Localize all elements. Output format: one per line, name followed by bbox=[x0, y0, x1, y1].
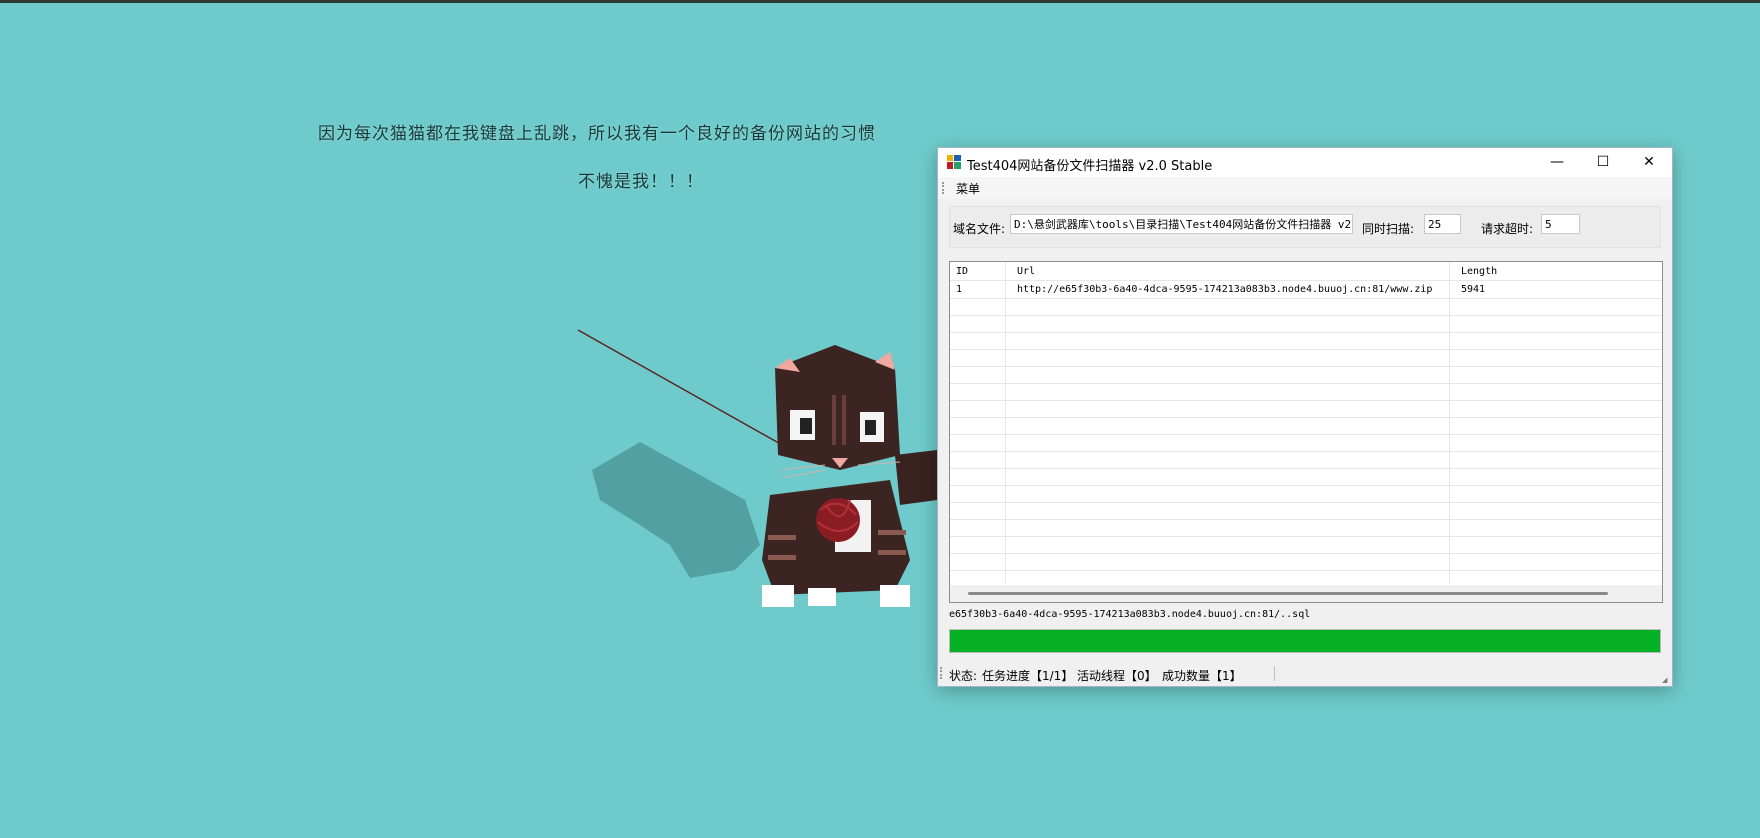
active-threads: 活动线程【0】 bbox=[1077, 669, 1157, 683]
current-scan-url: e65f30b3-6a40-4dca-9595-174213a083b3.nod… bbox=[949, 609, 1311, 620]
domain-file-input[interactable]: D:\悬剑武器库\tools\目录扫描\Test404网站备份文件扫描器 v2.… bbox=[1010, 214, 1353, 234]
menu-item-main[interactable]: 菜单 bbox=[956, 180, 980, 197]
empty-row bbox=[950, 350, 1662, 367]
empty-row bbox=[950, 452, 1662, 469]
window-title: Test404网站备份文件扫描器 v2.0 Stable bbox=[967, 159, 1213, 174]
status-label: 状态: bbox=[949, 669, 978, 683]
empty-row bbox=[950, 316, 1662, 333]
close-icon[interactable]: ✕ bbox=[1626, 148, 1672, 177]
concurrent-input[interactable]: 25 bbox=[1424, 214, 1461, 234]
header-id[interactable]: ID bbox=[950, 264, 1011, 280]
results-table[interactable]: ID Url Length 1 http://e65f30b3-6a40-4dc… bbox=[949, 261, 1663, 603]
status-bar: 状态: 任务进度【1/1】 活动线程【0】 成功数量【1】 ◢ bbox=[938, 661, 1672, 686]
empty-row bbox=[950, 554, 1662, 571]
empty-row bbox=[950, 486, 1662, 503]
table-row[interactable]: 1 http://e65f30b3-6a40-4dca-9595-174213a… bbox=[950, 282, 1662, 299]
progress-bar bbox=[949, 629, 1661, 653]
empty-row bbox=[950, 401, 1662, 418]
settings-panel: 域名文件: D:\悬剑武器库\tools\目录扫描\Test404网站备份文件扫… bbox=[949, 206, 1661, 248]
progress-fill bbox=[950, 630, 1660, 652]
title-bar[interactable]: Test404网站备份文件扫描器 v2.0 Stable — ☐ ✕ bbox=[938, 148, 1672, 177]
app-icon bbox=[947, 155, 961, 169]
minimize-icon[interactable]: — bbox=[1534, 148, 1580, 177]
scrollbar-thumb[interactable] bbox=[968, 592, 1608, 595]
horizontal-scrollbar[interactable] bbox=[950, 585, 1662, 602]
empty-row bbox=[950, 299, 1662, 316]
success-count: 成功数量【1】 bbox=[1162, 669, 1242, 683]
domain-file-label: 域名文件: bbox=[953, 222, 1006, 236]
empty-row bbox=[950, 367, 1662, 384]
status-separator bbox=[1274, 666, 1275, 681]
timeout-input[interactable]: 5 bbox=[1541, 214, 1580, 234]
empty-row bbox=[950, 418, 1662, 435]
empty-row bbox=[950, 333, 1662, 350]
resize-grip-icon[interactable]: ◢ bbox=[1662, 676, 1670, 684]
statusbar-grip-icon bbox=[940, 667, 944, 679]
empty-row bbox=[950, 503, 1662, 520]
table-header: ID Url Length bbox=[950, 264, 1662, 281]
empty-row bbox=[950, 384, 1662, 401]
menu-bar: 菜单 bbox=[938, 177, 1672, 199]
cell-url: http://e65f30b3-6a40-4dca-9595-174213a08… bbox=[1017, 284, 1433, 295]
empty-row bbox=[950, 469, 1662, 486]
toolbar-grip-icon[interactable] bbox=[942, 182, 946, 194]
header-length[interactable]: Length bbox=[1455, 264, 1661, 280]
timeout-label: 请求超时: bbox=[1481, 222, 1534, 236]
scanner-window[interactable]: Test404网站备份文件扫描器 v2.0 Stable — ☐ ✕ 菜单 域名… bbox=[937, 147, 1673, 687]
empty-row bbox=[950, 435, 1662, 452]
empty-row bbox=[950, 520, 1662, 537]
maximize-icon[interactable]: ☐ bbox=[1580, 148, 1626, 177]
concurrent-label: 同时扫描: bbox=[1362, 222, 1415, 236]
header-url[interactable]: Url bbox=[1011, 264, 1455, 280]
task-progress: 任务进度【1/1】 bbox=[982, 669, 1074, 683]
cell-id: 1 bbox=[956, 284, 963, 295]
cell-length: 5941 bbox=[1461, 284, 1486, 295]
empty-row bbox=[950, 537, 1662, 554]
